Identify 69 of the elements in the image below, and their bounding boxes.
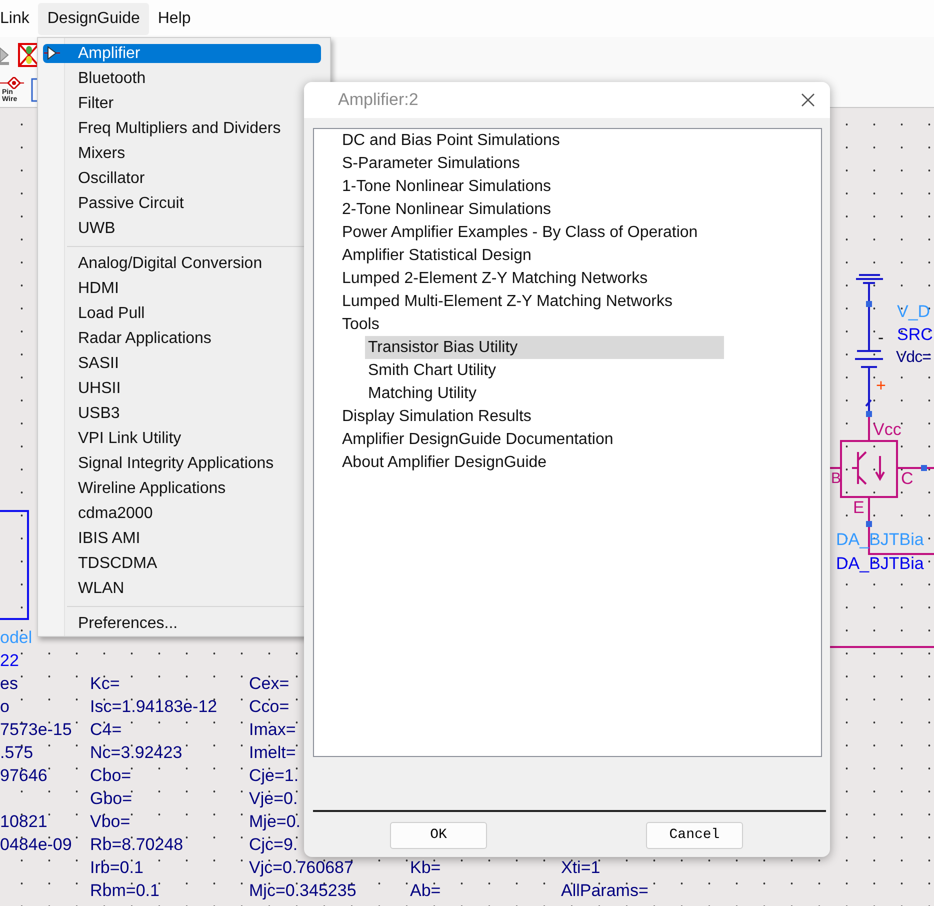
bracket-icon[interactable] — [31, 78, 38, 102]
menu-item[interactable]: Bluetooth — [43, 66, 321, 91]
parameter-text: Cjc=9. — [249, 835, 298, 855]
list-item[interactable]: Smith Chart Utility — [365, 359, 724, 382]
list-item[interactable]: Tools — [314, 313, 821, 336]
list-item[interactable]: Lumped 2-Element Z-Y Matching Networks — [314, 267, 821, 290]
parameter-text: es — [0, 674, 18, 694]
parameter-text: 0484e-09 — [0, 835, 72, 855]
parameter-text: Cje=1. — [249, 766, 299, 786]
parameter-text: Mje=0. — [249, 812, 300, 832]
pin-label: E — [853, 498, 864, 518]
parameter-text: Mjc=0.345235 — [249, 881, 356, 901]
parameter-text: Rbm=0.1 — [90, 881, 160, 901]
list-item[interactable]: Lumped Multi-Element Z-Y Matching Networks — [314, 290, 821, 313]
parameter-text: Kb= — [410, 858, 441, 878]
menu-item[interactable]: DesignGuide — [38, 2, 149, 34]
pin-label: B — [831, 469, 842, 489]
cancel-button[interactable]: Cancel — [646, 822, 743, 849]
minus-sign: - — [878, 328, 884, 348]
list-item[interactable]: 2-Tone Nonlinear Simulations — [314, 198, 821, 221]
pin-label: Vcc — [873, 420, 902, 440]
parameter-text: Gbo= — [90, 789, 132, 809]
parameter-text: Vjc=0.760687 — [249, 858, 354, 878]
parameter-text: Nc=3.92423 — [90, 743, 182, 763]
parameter-text: Irb=0.1 — [90, 858, 144, 878]
close-icon[interactable] — [801, 93, 815, 107]
menu-item[interactable]: Help — [148, 2, 200, 34]
dialog-title: Amplifier:2 — [338, 89, 418, 112]
list-item[interactable]: Transistor Bias Utility — [365, 336, 724, 359]
pin-label: C — [901, 469, 914, 489]
instance-name: odel — [0, 628, 32, 648]
parameter-text: Vje=0. — [249, 789, 298, 809]
list-item[interactable]: About Amplifier DesignGuide — [314, 451, 821, 474]
parameter-text: Isc=1.94183e-12 — [90, 697, 218, 717]
parameter-text: Rb=8.70248 — [90, 835, 184, 855]
plus-sign: + — [876, 376, 886, 396]
parameter-text: 10821 — [0, 812, 48, 832]
component-icon[interactable] — [18, 42, 40, 66]
parameter-text: 7573e-15 — [0, 720, 72, 740]
source-id: SRC — [897, 325, 933, 345]
parameter-text: Imelt= — [249, 743, 296, 763]
parameter-text: o — [0, 697, 10, 717]
list-item[interactable]: Amplifier DesignGuide Documentation — [314, 428, 821, 451]
parameter-text: Imax= — [249, 720, 296, 740]
source-name: V_D — [897, 302, 930, 322]
parameter-text: AllParams= — [561, 881, 648, 901]
list-item[interactable]: Matching Utility — [365, 382, 724, 405]
list-item[interactable]: 1-Tone Nonlinear Simulations — [314, 175, 821, 198]
menu-item[interactable]: Amplifier — [43, 44, 321, 63]
parameter-text: Ab= — [410, 881, 441, 901]
list-item[interactable]: Display Simulation Results — [314, 405, 821, 428]
parameter-text: .575 — [0, 743, 34, 763]
list-item[interactable]: Power Amplifier Examples - By Class of Operation — [314, 221, 821, 244]
menu-item[interactable]: Link — [0, 2, 38, 34]
list-item[interactable]: Amplifier Statistical Design — [314, 244, 821, 267]
parameter-text: 97646 — [0, 766, 48, 786]
instance-id: 22 — [0, 651, 19, 671]
parameter-text: C4= — [90, 720, 122, 740]
parameter-text: Cco= — [249, 697, 290, 717]
list-item[interactable]: S-Parameter Simulations — [314, 152, 821, 175]
parameter-text: Xti=1 — [561, 858, 600, 878]
parameter-text: Vbo= — [90, 812, 130, 832]
list-item[interactable]: DC and Bias Point Simulations — [314, 129, 821, 152]
parameter-text: Cex= — [249, 674, 290, 694]
parameter-text: Kc= — [90, 674, 120, 694]
ok-button[interactable]: OK — [390, 822, 487, 849]
parameter-text: Cbo= — [90, 766, 132, 786]
source-parameter: Vdc= — [896, 348, 931, 368]
instance-id: DA_BJTBia — [836, 554, 924, 574]
